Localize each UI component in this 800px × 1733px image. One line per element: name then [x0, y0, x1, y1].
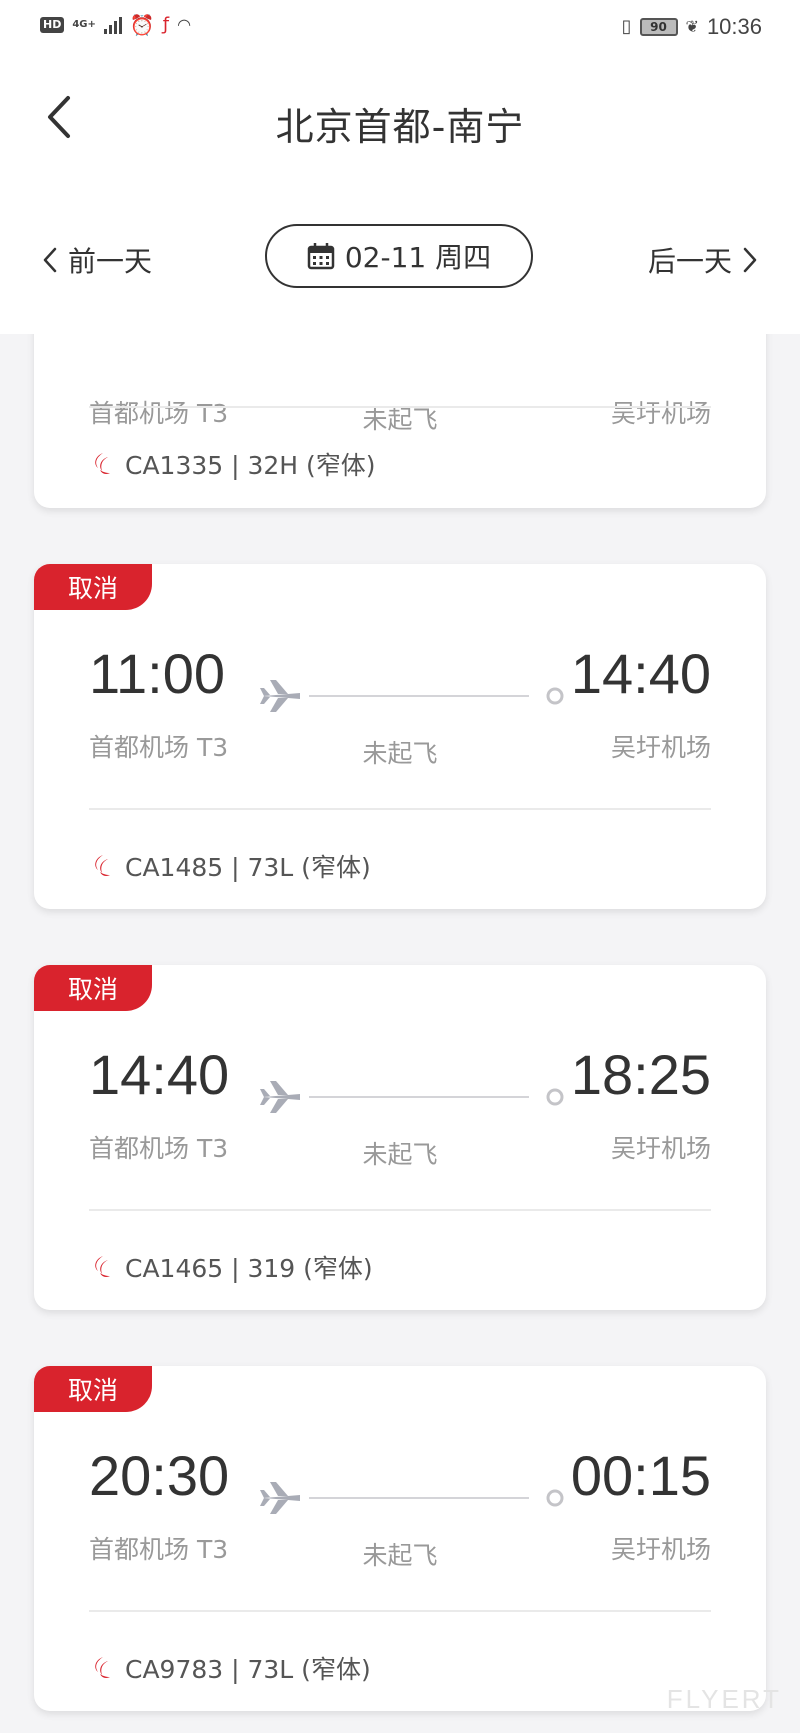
- prev-day-label: 前一天: [68, 245, 153, 278]
- app-notification-icon: ƒ: [162, 14, 170, 35]
- status-time: 10:36: [706, 14, 762, 39]
- divider: [89, 406, 711, 408]
- divider: [89, 1209, 711, 1211]
- arrival-time: 14:40: [570, 642, 711, 705]
- next-day-label: 后一天: [647, 245, 732, 278]
- airline-logo-icon: [95, 855, 110, 876]
- signal-icon: [103, 16, 122, 34]
- flight-number: CA1465 | 319 (窄体): [125, 1254, 373, 1283]
- cancelled-badge: 取消: [34, 564, 152, 610]
- divider: [89, 808, 711, 810]
- arrival-time: 00:15: [570, 1444, 711, 1507]
- wifi-icon: ◠: [177, 15, 192, 34]
- arrival-airport: 吴圩机场: [610, 733, 711, 762]
- chevron-right-icon: [743, 247, 757, 273]
- flight-info-row: CA9783 | 73L (窄体): [89, 1650, 371, 1686]
- arrival-airport: 吴圩机场: [610, 399, 711, 428]
- airline-logo-icon: [95, 1256, 110, 1277]
- flight-card[interactable]: 取消 14:40 18:25 首都机场 T3 未起飞 吴圩机场 CA1465 |: [34, 965, 766, 1310]
- hd-badge: HD: [40, 17, 65, 33]
- header: 北京首都-南宁 前一天 02-11 周四 后一天: [0, 56, 800, 334]
- flight-info-row: CA1485 | 73L (窄体): [89, 848, 371, 884]
- airplane-icon: [260, 1081, 300, 1113]
- calendar-icon: [307, 243, 335, 270]
- battery-icon: 90: [639, 18, 678, 36]
- flight-number: CA1335 | 32H (窄体): [125, 451, 376, 480]
- destination-dot: [546, 1489, 564, 1507]
- route-line: [260, 1482, 564, 1514]
- airplane-icon: [260, 1482, 300, 1514]
- airline-logo-icon: [95, 453, 110, 474]
- departure-time: 14:40: [89, 1043, 230, 1106]
- next-day-button[interactable]: 后一天: [648, 240, 758, 280]
- departure-time: 20:30: [89, 1444, 230, 1507]
- flight-info-row: CA1335 | 32H (窄体): [89, 446, 376, 482]
- arrival-airport: 吴圩机场: [610, 1134, 711, 1163]
- flight-card[interactable]: 取消 20:30 00:15 首都机场 T3 未起飞 吴圩机场 CA9783 |: [34, 1366, 766, 1711]
- vibrate-icon: ▯: [621, 16, 632, 37]
- prev-day-button[interactable]: 前一天: [42, 240, 152, 280]
- flight-number: CA9783 | 73L (窄体): [125, 1655, 371, 1684]
- date-label: 02-11 周四: [344, 241, 492, 274]
- arrival-airport: 吴圩机场: [610, 1535, 711, 1564]
- divider: [89, 1610, 711, 1612]
- page-title: 北京首都-南宁: [275, 105, 525, 149]
- airplane-icon: [260, 680, 300, 712]
- route-line: [260, 1081, 564, 1113]
- airline-logo-icon: [95, 1657, 110, 1678]
- departure-time: 11:00: [89, 642, 225, 705]
- date-picker[interactable]: 02-11 周四: [265, 224, 533, 288]
- flight-number: CA1485 | 73L (窄体): [125, 853, 371, 882]
- chevron-left-icon: [43, 247, 57, 273]
- watermark: FLYERT: [666, 1684, 782, 1714]
- destination-dot: [546, 1088, 564, 1106]
- network-type: 4G+: [72, 19, 96, 30]
- cancelled-badge: 取消: [34, 965, 152, 1011]
- arrival-time: 18:25: [570, 1043, 711, 1106]
- alarm-icon: ⏰: [129, 13, 155, 37]
- destination-dot: [546, 687, 564, 705]
- leaf-icon: ❦: [685, 17, 699, 36]
- flight-card[interactable]: 取消 11:00 14:40 首都机场 T3 未起飞 吴圩机场 CA1485 |: [34, 564, 766, 909]
- flight-info-row: CA1465 | 319 (窄体): [89, 1249, 373, 1285]
- route-line: [260, 680, 564, 712]
- status-bar: HD 4G+ ⏰ ƒ ◠ ▯ 90 ❦ 10:36: [0, 0, 800, 56]
- cancelled-badge: 取消: [34, 1366, 152, 1412]
